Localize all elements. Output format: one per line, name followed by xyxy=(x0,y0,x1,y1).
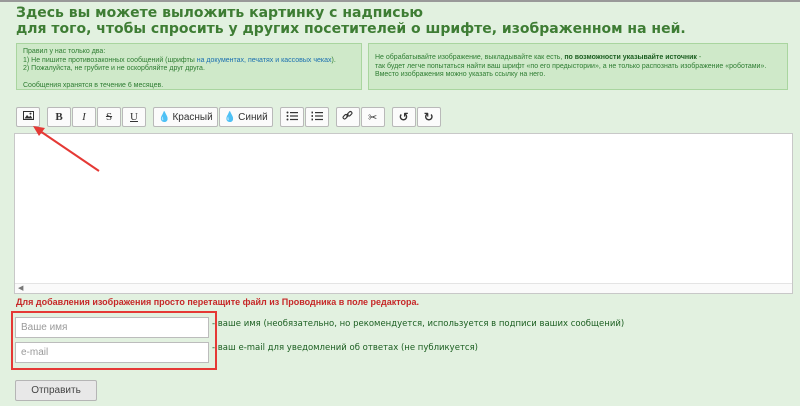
editor-horizontal-scrollbar[interactable]: ◀ xyxy=(15,283,792,293)
remove-link-button[interactable]: ✂ xyxy=(360,107,385,127)
bold-label: B xyxy=(55,111,63,123)
italic-button[interactable]: I xyxy=(72,107,96,127)
red-color-button[interactable]: 💧 Красный xyxy=(153,107,218,127)
advice-line-1-suffix: - xyxy=(696,54,702,61)
numbered-list-icon xyxy=(311,111,323,124)
drag-drop-hint: Для добавления изображения просто перета… xyxy=(16,297,420,307)
advice-box: Не обрабатывайте изображение, выкладывай… xyxy=(368,43,788,90)
link-icon xyxy=(342,110,353,124)
strikethrough-button[interactable]: S xyxy=(97,107,121,127)
rule-1-suffix: ). xyxy=(331,56,336,64)
rule-1: 1) Не пишите противозаконных сообщений (… xyxy=(23,57,355,66)
email-hint: - ваш e-mail для уведомлений об ответах … xyxy=(212,343,478,353)
italic-label: I xyxy=(82,111,86,123)
page-title: Здесь вы можете выложить картинку с надп… xyxy=(16,5,686,37)
insert-link-button[interactable] xyxy=(335,107,360,127)
blue-color-label: Синий xyxy=(238,111,268,123)
insert-image-button[interactable] xyxy=(16,107,40,127)
rules-intro: Правил у нас только два: xyxy=(23,48,106,55)
undo-button[interactable]: ↺ xyxy=(391,107,416,127)
retention-note: Сообщения хранятся в течение 6 месяцев. xyxy=(23,81,164,89)
redo-button[interactable]: ↻ xyxy=(416,107,441,127)
bold-button[interactable]: B xyxy=(47,107,71,127)
rule-1-link[interactable]: на документах, печатях и кассовых чеках xyxy=(197,57,332,64)
name-hint: - ваше имя (необязательно, но рекомендуе… xyxy=(212,319,625,329)
underline-button[interactable]: U xyxy=(122,107,146,127)
redo-icon: ↻ xyxy=(423,110,434,124)
droplet-icon: 💧 xyxy=(223,111,237,123)
advice-source-bold: по возможности указывайте источник xyxy=(564,54,697,61)
scissors-icon: ✂ xyxy=(368,110,378,124)
submit-button[interactable]: Отправить xyxy=(15,380,97,401)
top-border xyxy=(0,0,800,2)
blue-color-button[interactable]: 💧 Синий xyxy=(218,107,273,127)
advice-line-2: так будет легче попытаться найти ваш шри… xyxy=(375,62,767,70)
annotation-highlight-box xyxy=(11,311,217,370)
rule-2: 2) Пожалуйста, не грубите и не оскорбляй… xyxy=(23,65,205,73)
advice-line-3: Вместо изображения можно указать ссылку … xyxy=(375,71,546,79)
advice-line-1: Не обрабатывайте изображение, выкладывай… xyxy=(375,54,781,63)
advice-line-1-text: Не обрабатывайте изображение, выкладывай… xyxy=(375,54,565,61)
undo-icon: ↺ xyxy=(398,110,409,124)
droplet-icon: 💧 xyxy=(158,111,171,123)
title-line-1: Здесь вы можете выложить картинку с надп… xyxy=(16,5,424,21)
editor-toolbar: B I S U 💧 Красный 💧 Синий ✂ ↺ ↻ xyxy=(16,107,442,127)
scroll-left-icon[interactable]: ◀ xyxy=(18,284,23,292)
underline-label: U xyxy=(130,111,138,123)
rules-box: Правил у нас только два: 1) Не пишите пр… xyxy=(16,43,362,90)
image-icon xyxy=(22,111,34,123)
message-editor[interactable]: ◀ xyxy=(14,133,793,294)
bullet-list-button[interactable] xyxy=(279,107,304,127)
strike-label: S xyxy=(105,111,113,123)
bullet-list-icon xyxy=(286,111,298,124)
numbered-list-button[interactable] xyxy=(304,107,329,127)
title-line-2: для того, чтобы спросить у других посети… xyxy=(16,21,686,37)
red-color-label: Красный xyxy=(172,111,213,123)
rule-1-text: 1) Не пишите противозаконных сообщений (… xyxy=(23,56,197,64)
